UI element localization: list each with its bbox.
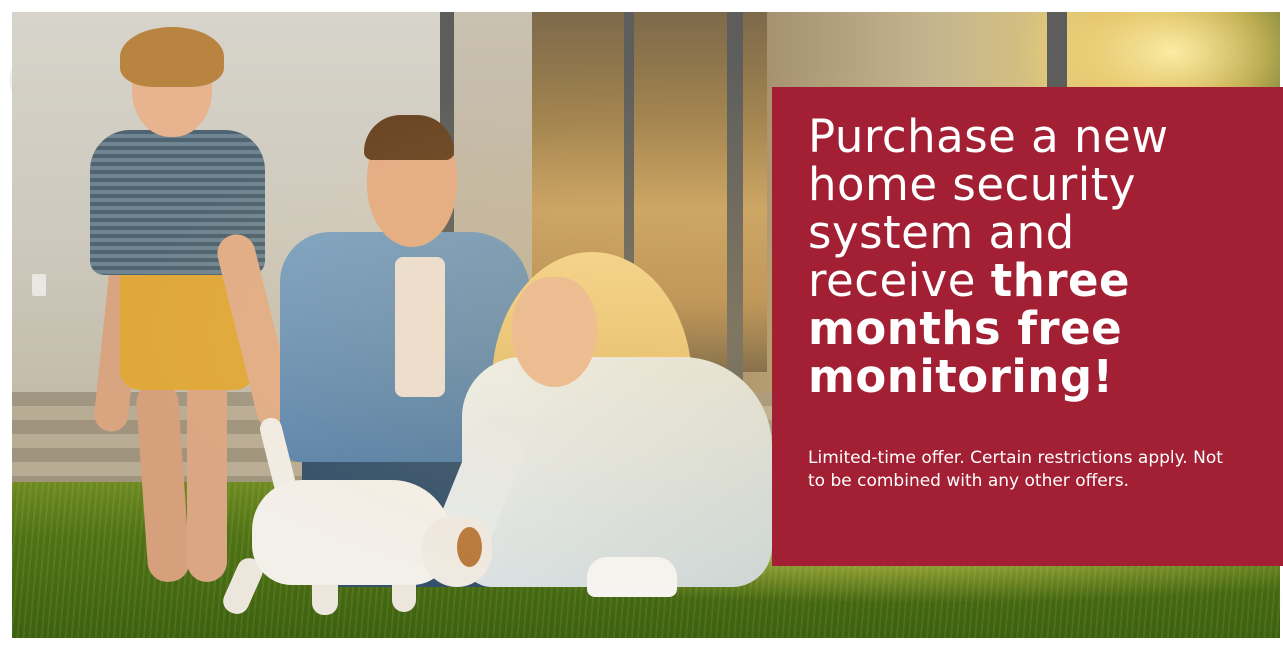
- door-frame: [727, 12, 743, 402]
- woman-shoe: [587, 557, 677, 597]
- promo-banner: Purchase a new home security system and …: [0, 0, 1283, 645]
- window-frame: [1047, 12, 1067, 92]
- boy-hair: [120, 27, 224, 87]
- boy-leg: [187, 372, 227, 582]
- man-undershirt: [395, 257, 445, 397]
- offer-disclaimer: Limited-time offer. Certain restrictions…: [808, 448, 1223, 491]
- offer-panel: Purchase a new home security system and …: [772, 87, 1283, 566]
- woman-face: [512, 277, 597, 387]
- offer-headline: Purchase a new home security system and …: [808, 113, 1253, 401]
- puppy-ear: [457, 527, 482, 567]
- wall-outlet: [32, 274, 46, 296]
- puppy-body: [252, 480, 452, 585]
